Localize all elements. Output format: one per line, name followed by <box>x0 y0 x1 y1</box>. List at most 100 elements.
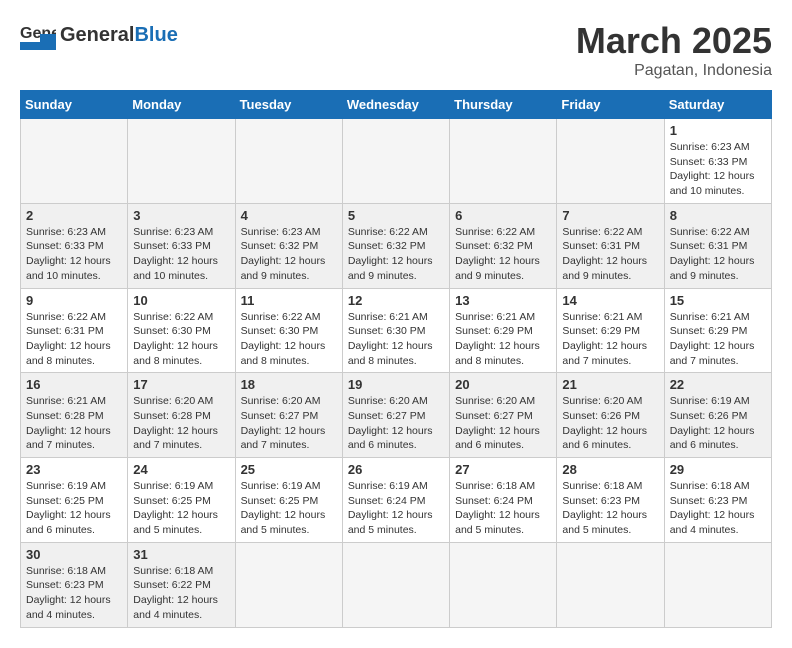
calendar-cell: 8 Sunrise: 6:22 AM Sunset: 6:31 PM Daylig… <box>664 203 771 288</box>
calendar-cell: 6 Sunrise: 6:22 AM Sunset: 6:32 PM Daylig… <box>450 203 557 288</box>
weekday-header-friday: Friday <box>557 91 664 119</box>
day-info: Sunrise: 6:18 AM Sunset: 6:23 PM Dayligh… <box>562 479 658 538</box>
calendar-week-row: 30 Sunrise: 6:18 AM Sunset: 6:23 PM Dayli… <box>21 542 772 627</box>
day-info: Sunrise: 6:20 AM Sunset: 6:26 PM Dayligh… <box>562 394 658 453</box>
calendar-cell: 30 Sunrise: 6:18 AM Sunset: 6:23 PM Dayli… <box>21 542 128 627</box>
day-info: Sunrise: 6:21 AM Sunset: 6:30 PM Dayligh… <box>348 310 444 369</box>
day-number: 1 <box>670 123 766 138</box>
calendar-cell: 11 Sunrise: 6:22 AM Sunset: 6:30 PM Dayli… <box>235 288 342 373</box>
day-info: Sunrise: 6:21 AM Sunset: 6:29 PM Dayligh… <box>670 310 766 369</box>
day-info: Sunrise: 6:22 AM Sunset: 6:31 PM Dayligh… <box>670 225 766 284</box>
day-info: Sunrise: 6:18 AM Sunset: 6:24 PM Dayligh… <box>455 479 551 538</box>
subtitle: Pagatan, Indonesia <box>576 62 772 80</box>
calendar-cell: 23 Sunrise: 6:19 AM Sunset: 6:25 PM Dayli… <box>21 458 128 543</box>
calendar-cell: 10Sunrise: 6:22 AM Sunset: 6:30 PM Dayli… <box>128 288 235 373</box>
day-number: 28 <box>562 462 658 477</box>
day-number: 30 <box>26 547 122 562</box>
calendar-cell <box>128 119 235 204</box>
calendar-cell: 27Sunrise: 6:18 AM Sunset: 6:24 PM Dayli… <box>450 458 557 543</box>
calendar-cell: 18 Sunrise: 6:20 AM Sunset: 6:27 PM Dayli… <box>235 373 342 458</box>
day-info: Sunrise: 6:22 AM Sunset: 6:31 PM Dayligh… <box>26 310 122 369</box>
calendar-cell: 26 Sunrise: 6:19 AM Sunset: 6:24 PM Dayli… <box>342 458 449 543</box>
calendar-week-row: 2Sunrise: 6:23 AM Sunset: 6:33 PM Daylig… <box>21 203 772 288</box>
logo-icon: General <box>20 20 56 50</box>
day-number: 8 <box>670 208 766 223</box>
logo-blue: Blue <box>134 24 177 46</box>
calendar-cell: 4 Sunrise: 6:23 AM Sunset: 6:32 PM Daylig… <box>235 203 342 288</box>
calendar-cell <box>342 119 449 204</box>
day-number: 23 <box>26 462 122 477</box>
day-number: 3 <box>133 208 229 223</box>
day-info: Sunrise: 6:18 AM Sunset: 6:22 PM Dayligh… <box>133 564 229 623</box>
calendar-cell <box>557 119 664 204</box>
calendar-week-row: 9 Sunrise: 6:22 AM Sunset: 6:31 PM Daylig… <box>21 288 772 373</box>
day-info: Sunrise: 6:23 AM Sunset: 6:33 PM Dayligh… <box>26 225 122 284</box>
day-info: Sunrise: 6:19 AM Sunset: 6:25 PM Dayligh… <box>26 479 122 538</box>
day-info: Sunrise: 6:18 AM Sunset: 6:23 PM Dayligh… <box>26 564 122 623</box>
calendar-cell: 25 Sunrise: 6:19 AM Sunset: 6:25 PM Dayli… <box>235 458 342 543</box>
day-number: 31 <box>133 547 229 562</box>
calendar-cell: 22Sunrise: 6:19 AM Sunset: 6:26 PM Dayli… <box>664 373 771 458</box>
calendar-cell: 28 Sunrise: 6:18 AM Sunset: 6:23 PM Dayli… <box>557 458 664 543</box>
day-info: Sunrise: 6:19 AM Sunset: 6:25 PM Dayligh… <box>241 479 337 538</box>
day-number: 5 <box>348 208 444 223</box>
day-number: 11 <box>241 293 337 308</box>
day-info: Sunrise: 6:23 AM Sunset: 6:33 PM Dayligh… <box>670 140 766 199</box>
day-info: Sunrise: 6:20 AM Sunset: 6:27 PM Dayligh… <box>241 394 337 453</box>
day-number: 17 <box>133 377 229 392</box>
calendar-cell: 5Sunrise: 6:22 AM Sunset: 6:32 PM Daylig… <box>342 203 449 288</box>
month-title: March 2025 <box>576 20 772 62</box>
day-number: 24 <box>133 462 229 477</box>
calendar-cell <box>664 542 771 627</box>
day-info: Sunrise: 6:23 AM Sunset: 6:33 PM Dayligh… <box>133 225 229 284</box>
day-number: 6 <box>455 208 551 223</box>
day-info: Sunrise: 6:22 AM Sunset: 6:32 PM Dayligh… <box>455 225 551 284</box>
day-number: 9 <box>26 293 122 308</box>
day-number: 15 <box>670 293 766 308</box>
day-number: 21 <box>562 377 658 392</box>
calendar-cell: 9 Sunrise: 6:22 AM Sunset: 6:31 PM Daylig… <box>21 288 128 373</box>
day-info: Sunrise: 6:21 AM Sunset: 6:29 PM Dayligh… <box>455 310 551 369</box>
calendar-week-row: 1 Sunrise: 6:23 AM Sunset: 6:33 PM Daylig… <box>21 119 772 204</box>
day-info: Sunrise: 6:20 AM Sunset: 6:27 PM Dayligh… <box>455 394 551 453</box>
calendar-cell: 3 Sunrise: 6:23 AM Sunset: 6:33 PM Daylig… <box>128 203 235 288</box>
day-info: Sunrise: 6:18 AM Sunset: 6:23 PM Dayligh… <box>670 479 766 538</box>
day-number: 4 <box>241 208 337 223</box>
calendar-cell: 24 Sunrise: 6:19 AM Sunset: 6:25 PM Dayli… <box>128 458 235 543</box>
day-number: 26 <box>348 462 444 477</box>
day-number: 25 <box>241 462 337 477</box>
day-info: Sunrise: 6:19 AM Sunset: 6:24 PM Dayligh… <box>348 479 444 538</box>
calendar-cell: 12Sunrise: 6:21 AM Sunset: 6:30 PM Dayli… <box>342 288 449 373</box>
calendar-cell: 19Sunrise: 6:20 AM Sunset: 6:27 PM Dayli… <box>342 373 449 458</box>
calendar-cell: 2Sunrise: 6:23 AM Sunset: 6:33 PM Daylig… <box>21 203 128 288</box>
calendar-cell <box>235 542 342 627</box>
page-header: General GeneralBlue March 2025 Pagatan, … <box>20 20 772 80</box>
day-info: Sunrise: 6:22 AM Sunset: 6:30 PM Dayligh… <box>241 310 337 369</box>
day-number: 18 <box>241 377 337 392</box>
calendar-cell <box>450 119 557 204</box>
calendar-cell: 16Sunrise: 6:21 AM Sunset: 6:28 PM Dayli… <box>21 373 128 458</box>
calendar-cell <box>450 542 557 627</box>
day-number: 19 <box>348 377 444 392</box>
calendar-cell: 15 Sunrise: 6:21 AM Sunset: 6:29 PM Dayli… <box>664 288 771 373</box>
weekday-header-saturday: Saturday <box>664 91 771 119</box>
weekday-header-sunday: Sunday <box>21 91 128 119</box>
day-info: Sunrise: 6:21 AM Sunset: 6:29 PM Dayligh… <box>562 310 658 369</box>
day-number: 7 <box>562 208 658 223</box>
day-number: 29 <box>670 462 766 477</box>
calendar-cell <box>342 542 449 627</box>
day-info: Sunrise: 6:22 AM Sunset: 6:30 PM Dayligh… <box>133 310 229 369</box>
calendar-cell: 20Sunrise: 6:20 AM Sunset: 6:27 PM Dayli… <box>450 373 557 458</box>
calendar-cell: 1 Sunrise: 6:23 AM Sunset: 6:33 PM Daylig… <box>664 119 771 204</box>
day-info: Sunrise: 6:22 AM Sunset: 6:31 PM Dayligh… <box>562 225 658 284</box>
calendar-cell: 17Sunrise: 6:20 AM Sunset: 6:28 PM Dayli… <box>128 373 235 458</box>
calendar-table: SundayMondayTuesdayWednesdayThursdayFrid… <box>20 90 772 628</box>
calendar-cell <box>235 119 342 204</box>
weekday-header-tuesday: Tuesday <box>235 91 342 119</box>
weekday-header-row: SundayMondayTuesdayWednesdayThursdayFrid… <box>21 91 772 119</box>
calendar-cell: 31 Sunrise: 6:18 AM Sunset: 6:22 PM Dayli… <box>128 542 235 627</box>
day-info: Sunrise: 6:19 AM Sunset: 6:25 PM Dayligh… <box>133 479 229 538</box>
day-info: Sunrise: 6:23 AM Sunset: 6:32 PM Dayligh… <box>241 225 337 284</box>
day-number: 14 <box>562 293 658 308</box>
calendar-cell: 21 Sunrise: 6:20 AM Sunset: 6:26 PM Dayli… <box>557 373 664 458</box>
